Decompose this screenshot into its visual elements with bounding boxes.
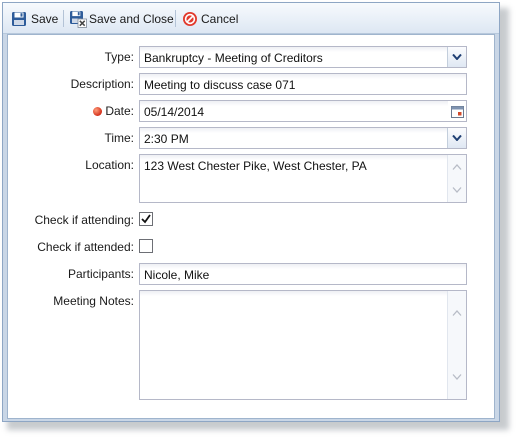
checkmark-icon	[141, 214, 151, 224]
participants-label: Participants:	[67, 267, 134, 281]
save-and-close-label: Save and Close	[89, 12, 174, 26]
time-combobox[interactable]: 2:30 PM	[139, 127, 467, 149]
location-scrollbar[interactable]	[447, 155, 466, 202]
date-value: 05/14/2014	[144, 105, 205, 119]
participants-input[interactable]: Nicole, Mike	[139, 263, 467, 285]
meeting-notes-label: Meeting Notes:	[53, 294, 134, 308]
attended-label: Check if attended:	[37, 240, 134, 254]
form-panel: Type: Bankruptcy - Meeting of Creditors …	[7, 34, 495, 419]
toolbar: Save Save and Close Cancel	[3, 3, 499, 34]
cancel-button-label: Cancel	[201, 12, 239, 26]
date-input[interactable]: 05/14/2014	[139, 100, 467, 122]
location-textarea[interactable]: 123 West Chester Pike, West Chester, PA	[139, 154, 467, 203]
type-label: Type:	[104, 50, 134, 64]
scroll-down-icon[interactable]	[452, 373, 462, 381]
location-label: Location:	[85, 158, 134, 172]
time-dropdown-trigger[interactable]	[447, 128, 466, 148]
type-value: Bankruptcy - Meeting of Creditors	[144, 51, 323, 65]
dropdown-arrow-icon	[452, 135, 462, 141]
description-value: Meeting to discuss case 071	[144, 78, 296, 92]
scroll-up-icon[interactable]	[452, 163, 462, 171]
attending-checkbox[interactable]	[139, 212, 153, 226]
time-value: 2:30 PM	[144, 132, 189, 146]
time-label: Time:	[104, 131, 134, 145]
required-dot-icon	[93, 107, 103, 116]
attending-label: Check if attending:	[34, 213, 134, 227]
cancel-icon	[182, 11, 198, 27]
save-close-icon	[69, 10, 87, 28]
save-and-close-button[interactable]: Save and Close	[69, 9, 174, 29]
scroll-up-icon[interactable]	[452, 309, 462, 317]
type-dropdown-trigger[interactable]	[447, 47, 466, 67]
meeting-notes-textarea[interactable]	[139, 290, 467, 400]
date-label: Date:	[4, 104, 134, 118]
cancel-button[interactable]: Cancel	[182, 9, 238, 29]
location-value: 123 West Chester Pike, West Chester, PA	[144, 159, 367, 173]
attended-checkbox[interactable]	[139, 239, 153, 253]
save-button-label: Save	[31, 12, 59, 26]
description-input[interactable]: Meeting to discuss case 071	[139, 73, 467, 95]
dropdown-arrow-icon	[452, 54, 462, 60]
meeting-dialog: Save Save and Close Cancel Type: Bankrup…	[2, 2, 500, 422]
calendar-icon	[450, 105, 464, 118]
description-label: Description:	[70, 77, 134, 91]
type-combobox[interactable]: Bankruptcy - Meeting of Creditors	[139, 46, 467, 68]
save-icon	[11, 11, 27, 27]
toolbar-separator	[175, 10, 176, 27]
date-label-text: Date:	[105, 104, 134, 118]
toolbar-separator	[63, 10, 64, 27]
scroll-down-icon[interactable]	[452, 186, 462, 194]
meeting-notes-scrollbar[interactable]	[447, 291, 466, 399]
save-button[interactable]: Save	[11, 9, 58, 29]
date-picker-trigger[interactable]	[448, 101, 466, 121]
participants-value: Nicole, Mike	[144, 268, 210, 282]
